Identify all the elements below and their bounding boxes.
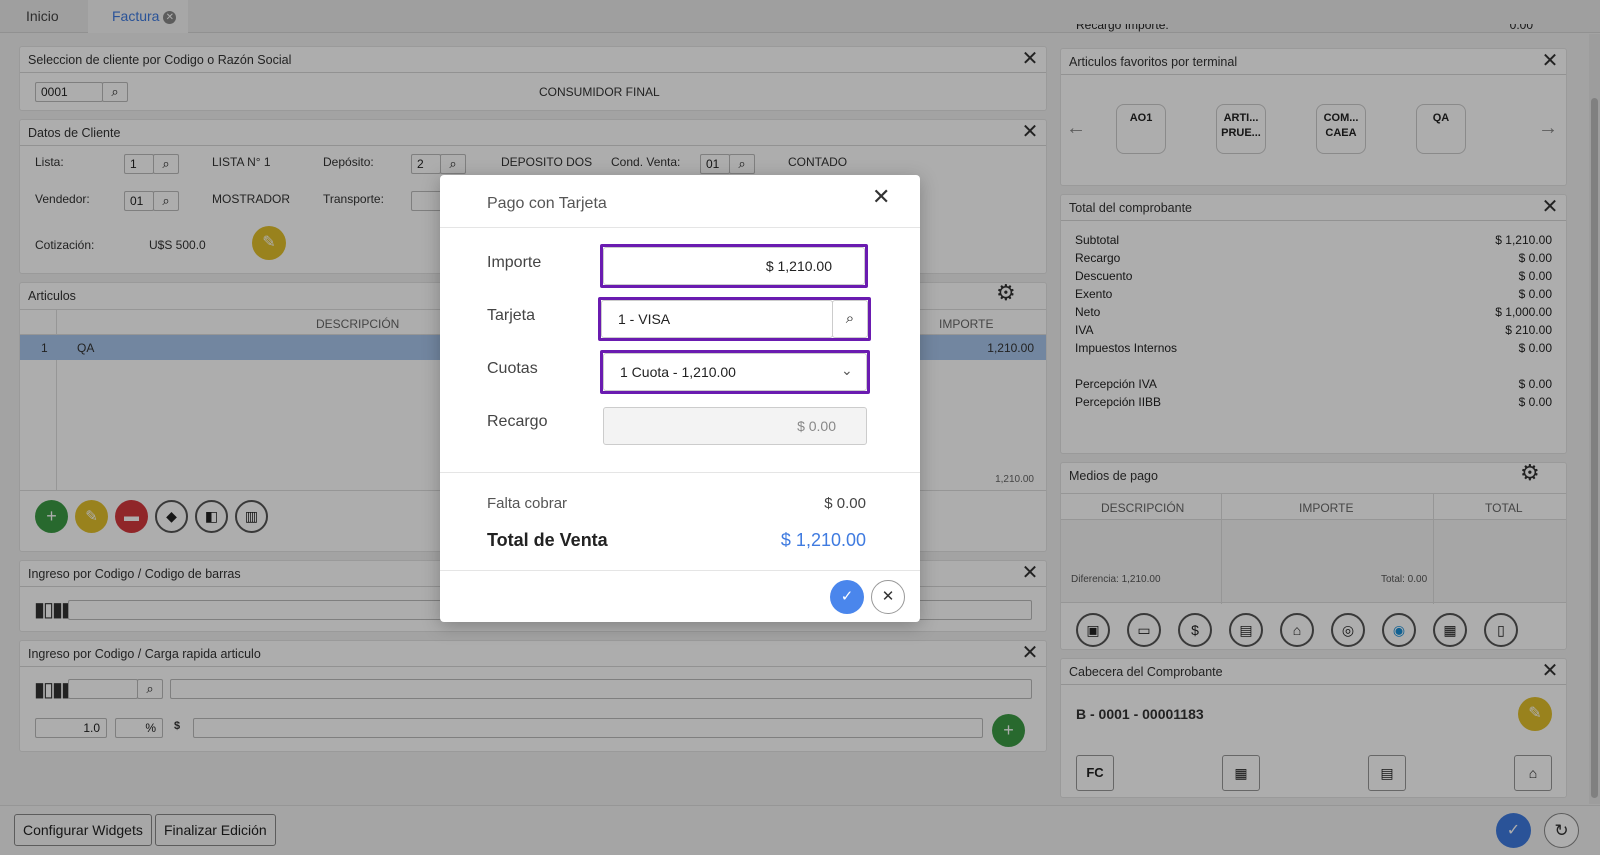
recargo-label: Recargo xyxy=(487,413,548,430)
confirm-pago-button[interactable]: ✓ xyxy=(830,580,864,614)
total-venta-value: $ 1,210.00 xyxy=(780,530,866,550)
recargo-input: $ 0.00 xyxy=(603,407,867,445)
close-icon[interactable]: ✕ xyxy=(872,184,890,210)
falta-cobrar-value: $ 0.00 xyxy=(824,495,866,512)
falta-cobrar-label: Falta cobrar xyxy=(487,495,568,512)
modal-title: Pago con Tarjeta xyxy=(487,195,607,212)
highlight-tarjeta xyxy=(598,297,871,341)
importe-label: Importe xyxy=(487,254,542,271)
tarjeta-label: Tarjeta xyxy=(487,307,536,324)
cuotas-label: Cuotas xyxy=(487,360,538,377)
pago-tarjeta-modal: Pago con Tarjeta ✕ Importe $ 1,210.00 Ta… xyxy=(440,175,920,622)
cancel-pago-button[interactable]: ✕ xyxy=(871,580,905,614)
highlight-importe xyxy=(600,244,868,288)
highlight-cuotas xyxy=(600,350,870,394)
total-venta-label: Total de Venta xyxy=(487,530,608,550)
